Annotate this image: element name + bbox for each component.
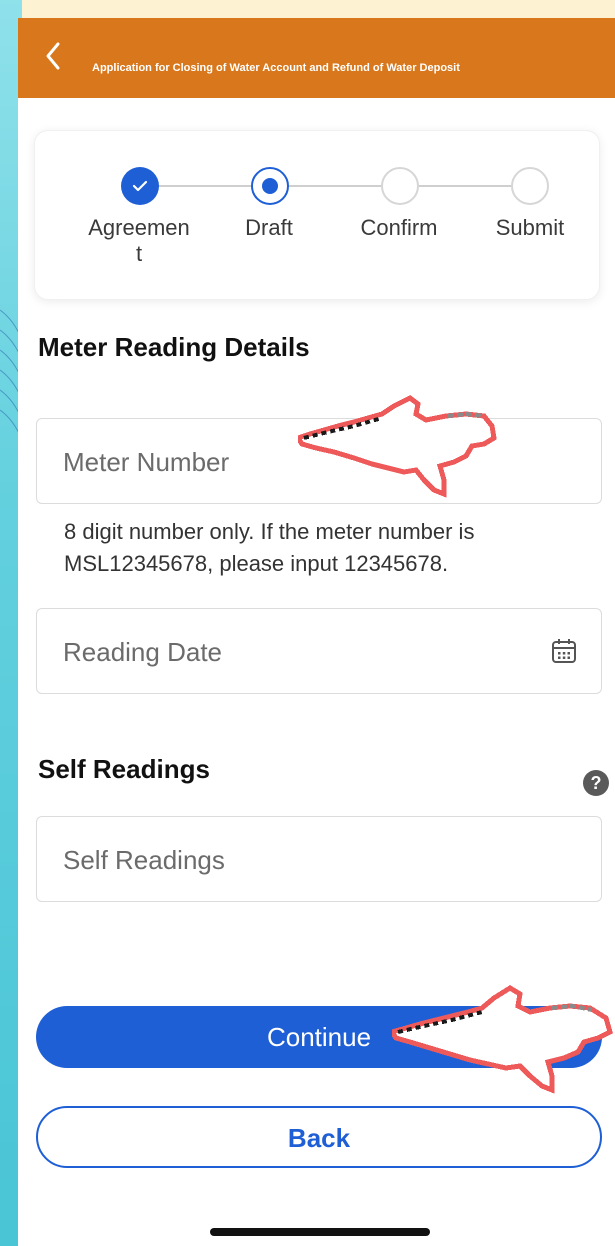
reading-date-field[interactable]: Reading Date <box>36 608 602 694</box>
step-connector <box>151 185 251 187</box>
app-screen: Application for Closing of Water Account… <box>18 18 615 1246</box>
calendar-icon[interactable] <box>551 637 577 665</box>
home-indicator <box>210 1228 430 1236</box>
step-agreement-indicator <box>121 167 159 205</box>
app-header: Application for Closing of Water Account… <box>18 18 615 98</box>
pointer-hand-icon <box>392 985 613 1094</box>
reading-date-placeholder: Reading Date <box>63 637 222 667</box>
meter-number-placeholder: Meter Number <box>63 447 230 477</box>
step-submit-indicator <box>511 167 549 205</box>
check-icon <box>132 180 148 192</box>
step-label-confirm: Confirm <box>360 215 438 240</box>
back-button[interactable]: Back <box>36 1106 602 1168</box>
stepper: Agreemen t Draft Confirm Submit <box>34 130 600 300</box>
step-draft-indicator <box>251 167 289 205</box>
self-readings-placeholder: Self Readings <box>63 845 225 875</box>
help-icon[interactable]: ? <box>583 770 609 796</box>
step-connector <box>289 185 387 187</box>
self-readings-field[interactable]: Self Readings <box>36 816 602 902</box>
page-title: Application for Closing of Water Account… <box>92 62 460 74</box>
back-chevron-icon[interactable] <box>40 36 66 76</box>
self-readings-title: Self Readings <box>38 754 210 784</box>
step-label-submit: Submit <box>495 215 565 240</box>
pointer-hand-icon <box>298 395 497 498</box>
step-connector <box>417 185 521 187</box>
step-label-draft: Draft <box>245 215 293 240</box>
meter-number-hint: 8 digit number only. If the meter number… <box>64 519 475 576</box>
step-confirm-indicator <box>381 167 419 205</box>
meter-reading-title: Meter Reading Details <box>38 332 310 362</box>
step-label-agreement: Agreemen t <box>88 215 190 266</box>
